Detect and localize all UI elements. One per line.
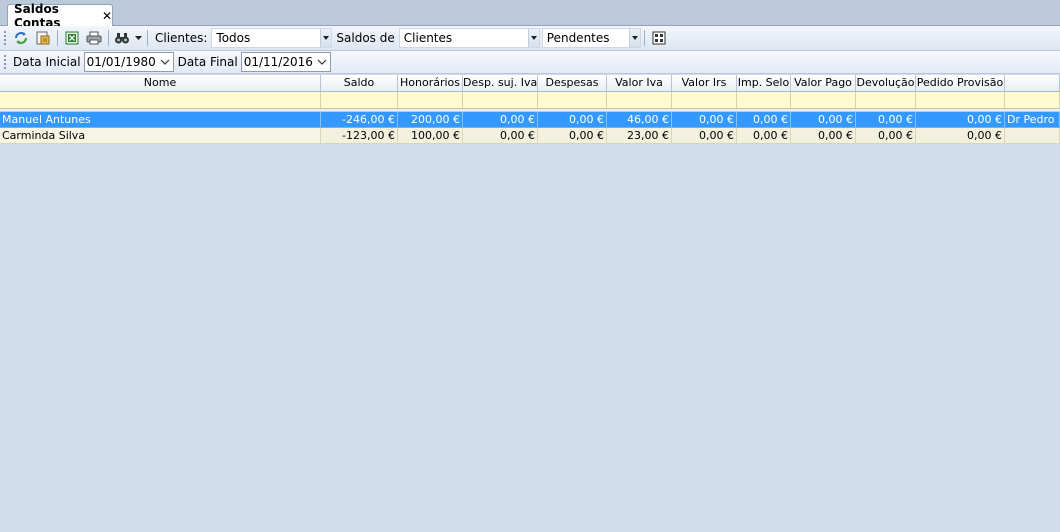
table-cell: 0,00 € [856, 128, 916, 143]
toolbar-grip[interactable] [3, 54, 7, 70]
column-header[interactable]: Despesas [538, 75, 607, 91]
filter-cell[interactable] [791, 92, 856, 108]
grid-body: Manuel Antunes -246,00 €200,00 €0,00 €0,0… [0, 112, 1060, 144]
filter-cell[interactable] [0, 92, 321, 108]
filter-cell[interactable] [856, 92, 916, 108]
table-cell: 0,00 € [672, 128, 737, 143]
tab-close-icon[interactable]: ✕ [102, 9, 112, 23]
saldos-de-combo-value: Clientes [403, 31, 453, 45]
saldos-de-combo[interactable]: Clientes [398, 28, 540, 48]
excel-icon [65, 31, 79, 45]
chevron-down-icon [135, 36, 142, 40]
data-final-value: 01/11/2016 [243, 55, 313, 69]
table-row[interactable]: Manuel Antunes -246,00 €200,00 €0,00 €0,0… [0, 112, 1060, 128]
clientes-label: Clientes: [155, 31, 208, 45]
column-header[interactable]: Honorários [398, 75, 463, 91]
table-cell: 0,00 € [856, 112, 916, 127]
table-cell: 0,00 € [737, 128, 791, 143]
filter-cell[interactable] [916, 92, 1005, 108]
table-cell: -246,00 € [321, 112, 398, 127]
toolbar-separator [108, 30, 109, 46]
column-header[interactable]: Devolução [856, 75, 916, 91]
table-cell: Dr Pedro S [1007, 112, 1060, 127]
table-cell: 0,00 € [916, 128, 1005, 143]
print-button[interactable] [83, 28, 105, 48]
estado-combo[interactable]: Pendentes [541, 28, 641, 48]
table-cell: 0,00 € [737, 112, 791, 127]
table-cell: 46,00 € [607, 112, 672, 127]
document-tabstrip: Saldos Contas ✕ [0, 0, 1060, 30]
toolbar-separator [147, 30, 148, 46]
table-cell: 0,00 € [916, 112, 1005, 127]
column-header[interactable] [1005, 75, 1060, 91]
chevron-down-icon[interactable] [527, 29, 539, 47]
chevron-down-icon[interactable] [157, 59, 173, 65]
chevron-down-icon[interactable] [320, 29, 332, 47]
filter-cell[interactable] [463, 92, 538, 108]
table-cell: 0,00 € [463, 128, 538, 143]
column-header[interactable]: Pedido Provisão [916, 75, 1005, 91]
export-data-button[interactable] [32, 28, 54, 48]
data-final-label: Data Final [177, 55, 238, 69]
filter-cell[interactable] [398, 92, 463, 108]
column-header[interactable]: Saldo [321, 75, 398, 91]
toolbar-separator [57, 30, 58, 46]
table-row[interactable]: Carminda Silva -123,00 €100,00 €0,00 €0,0… [0, 128, 1060, 144]
column-header[interactable]: Valor Irs [672, 75, 737, 91]
table-cell: 0,00 € [672, 112, 737, 127]
grid-filter-row [0, 92, 1060, 109]
table-cell [1005, 128, 1060, 143]
filter-cell[interactable] [607, 92, 672, 108]
table-cell: Carminda Silva [0, 128, 321, 143]
find-dropdown-button[interactable] [112, 28, 144, 48]
data-final-picker[interactable]: 01/11/2016 [240, 52, 331, 72]
table-cell: 0,00 € [538, 112, 607, 127]
column-header[interactable]: Nome [0, 75, 321, 91]
table-cell: -123,00 € [321, 128, 398, 143]
column-header[interactable]: Desp. suj. Iva [463, 75, 538, 91]
filter-cell[interactable] [321, 92, 398, 108]
refresh-button[interactable] [10, 28, 32, 48]
table-cell: 200,00 € [398, 112, 463, 127]
date-filter-toolbar: Data Inicial 01/01/1980 Data Final 01/11… [0, 51, 1060, 74]
saldos-grid: Nome Saldo Honorários Desp. suj. Iva Despesa… [0, 75, 1060, 144]
table-cell: 0,00 € [791, 112, 856, 127]
clientes-combo[interactable]: Todos [211, 28, 333, 48]
column-header[interactable]: Imp. Selo [737, 75, 791, 91]
layout-button[interactable] [648, 28, 670, 48]
table-cell: 0,00 € [538, 128, 607, 143]
filter-cell[interactable] [672, 92, 737, 108]
filter-cell[interactable] [1005, 92, 1060, 108]
clientes-combo-value: Todos [216, 31, 251, 45]
main-toolbar: Clientes: Todos Saldos de Clientes Pende… [0, 26, 1060, 51]
printer-icon [86, 31, 102, 45]
refresh-icon [15, 32, 27, 44]
column-header[interactable]: Valor Iva [607, 75, 672, 91]
binoculars-icon [115, 33, 129, 44]
filter-cell[interactable] [538, 92, 607, 108]
tab-saldos-contas[interactable]: Saldos Contas ✕ [7, 2, 113, 30]
table-cell: 0,00 € [791, 128, 856, 143]
estado-combo-value: Pendentes [546, 31, 610, 45]
table-cell: 100,00 € [398, 128, 463, 143]
table-cell: 23,00 € [607, 128, 672, 143]
chevron-down-icon[interactable] [628, 29, 640, 47]
data-inicial-label: Data Inicial [13, 55, 81, 69]
toolbar-separator [643, 30, 645, 46]
grid-header: Nome Saldo Honorários Desp. suj. Iva Despesa… [0, 75, 1060, 92]
excel-export-button[interactable] [61, 28, 83, 48]
toolbar-grip[interactable] [3, 30, 7, 46]
database-export-icon [36, 31, 50, 45]
filter-cell[interactable] [737, 92, 791, 108]
saldos-de-label: Saldos de [336, 31, 395, 45]
table-cell: Manuel Antunes [0, 112, 321, 127]
chevron-down-icon[interactable] [314, 59, 330, 65]
data-inicial-picker[interactable]: 01/01/1980 [83, 52, 174, 72]
data-inicial-value: 01/01/1980 [86, 55, 156, 69]
column-header[interactable]: Valor Pago [791, 75, 856, 91]
grid-layout-icon [652, 31, 666, 45]
table-cell: 0,00 € [463, 112, 538, 127]
